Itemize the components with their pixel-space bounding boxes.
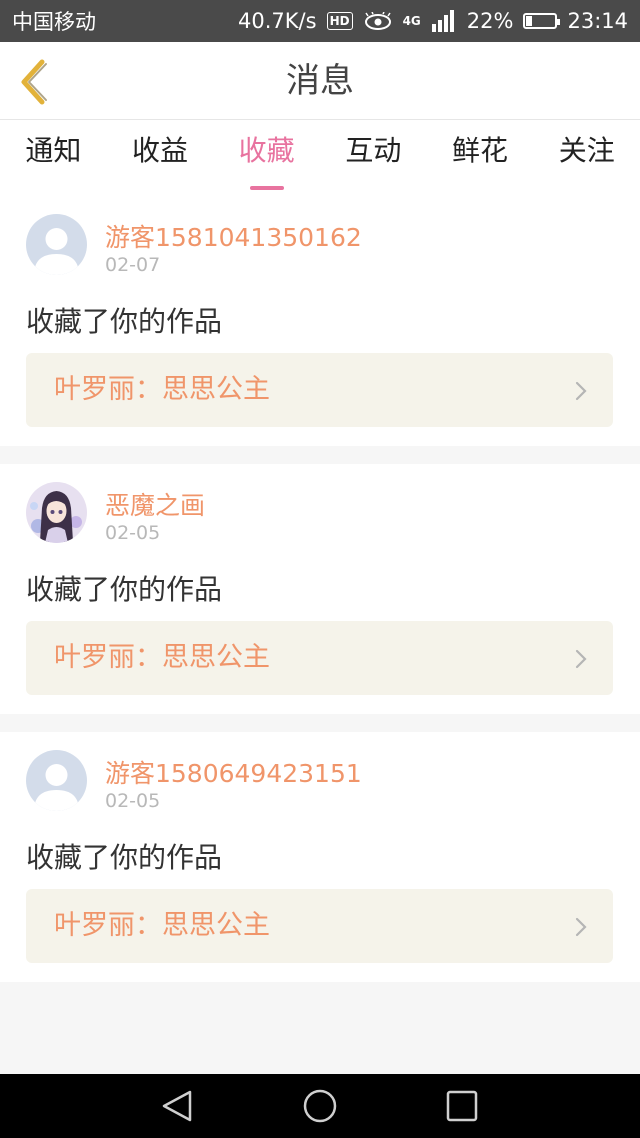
clock: 23:14 bbox=[567, 9, 628, 33]
tab-follows[interactable]: 关注 bbox=[533, 120, 640, 196]
message-card: 游客1580649423151 02-05 收藏了你的作品 叶罗丽：思思公主 bbox=[0, 732, 640, 982]
system-nav-bar bbox=[0, 1074, 640, 1138]
signal-icon bbox=[431, 10, 454, 32]
anime-girl-avatar-icon bbox=[26, 482, 87, 543]
work-title: 叶罗丽：思思公主 bbox=[54, 374, 270, 405]
work-link[interactable]: 叶罗丽：思思公主 bbox=[26, 889, 613, 963]
work-link[interactable]: 叶罗丽：思思公主 bbox=[26, 621, 613, 695]
triangle-back-icon bbox=[162, 1090, 192, 1122]
tab-favorites[interactable]: 收藏 bbox=[213, 120, 320, 196]
avatar[interactable] bbox=[26, 750, 87, 811]
work-title: 叶罗丽：思思公主 bbox=[54, 910, 270, 941]
message-card: 恶魔之画 02-05 收藏了你的作品 叶罗丽：思思公主 bbox=[0, 464, 640, 714]
chevron-right-icon bbox=[575, 917, 587, 937]
work-title: 叶罗丽：思思公主 bbox=[54, 642, 270, 673]
message-date: 02-05 bbox=[105, 522, 161, 544]
status-bar: 中国移动 40.7K/s HD 4G 22% 23:14 bbox=[0, 0, 640, 42]
battery-icon bbox=[523, 13, 561, 29]
hd-icon: HD bbox=[326, 12, 353, 30]
message-date: 02-05 bbox=[105, 790, 161, 812]
tab-earnings[interactable]: 收益 bbox=[107, 120, 214, 196]
username[interactable]: 游客1581041350162 bbox=[105, 218, 362, 254]
tab-notifications[interactable]: 通知 bbox=[0, 120, 107, 196]
nav-back-button[interactable] bbox=[160, 1088, 196, 1124]
message-list: 游客1581041350162 02-07 收藏了你的作品 叶罗丽：思思公主 恶… bbox=[0, 196, 640, 1000]
back-arrow-icon bbox=[21, 59, 47, 105]
battery-percent: 22% bbox=[466, 9, 514, 33]
nav-recents-button[interactable] bbox=[444, 1088, 480, 1124]
action-text: 收藏了你的作品 bbox=[26, 841, 223, 874]
message-card: 游客1581041350162 02-07 收藏了你的作品 叶罗丽：思思公主 bbox=[0, 196, 640, 446]
square-recents-icon bbox=[446, 1090, 478, 1122]
tab-flowers[interactable]: 鲜花 bbox=[427, 120, 534, 196]
circle-home-icon bbox=[303, 1089, 337, 1123]
avatar[interactable] bbox=[26, 482, 87, 543]
network-speed: 40.7K/s bbox=[238, 9, 317, 33]
message-date: 02-07 bbox=[105, 254, 161, 276]
nav-home-button[interactable] bbox=[302, 1088, 338, 1124]
action-text: 收藏了你的作品 bbox=[26, 305, 223, 338]
eye-icon bbox=[364, 12, 391, 30]
default-avatar-icon bbox=[26, 750, 87, 811]
username[interactable]: 游客1580649423151 bbox=[105, 754, 362, 790]
page-title: 消息 bbox=[286, 61, 354, 101]
chevron-right-icon bbox=[575, 381, 587, 401]
action-text: 收藏了你的作品 bbox=[26, 573, 223, 606]
back-button[interactable] bbox=[12, 54, 62, 110]
app-header: 消息 bbox=[0, 42, 640, 120]
tab-interactions[interactable]: 互动 bbox=[320, 120, 427, 196]
status-icons: 40.7K/s HD 4G 22% 23:14 bbox=[238, 9, 628, 33]
network-4g-icon: 4G bbox=[402, 14, 421, 28]
tab-bar: 通知 收益 收藏 互动 鲜花 关注 bbox=[0, 120, 640, 196]
default-avatar-icon bbox=[26, 214, 87, 275]
username[interactable]: 恶魔之画 bbox=[105, 486, 205, 522]
work-link[interactable]: 叶罗丽：思思公主 bbox=[26, 353, 613, 427]
carrier-name: 中国移动 bbox=[12, 10, 96, 34]
chevron-right-icon bbox=[575, 649, 587, 669]
avatar[interactable] bbox=[26, 214, 87, 275]
